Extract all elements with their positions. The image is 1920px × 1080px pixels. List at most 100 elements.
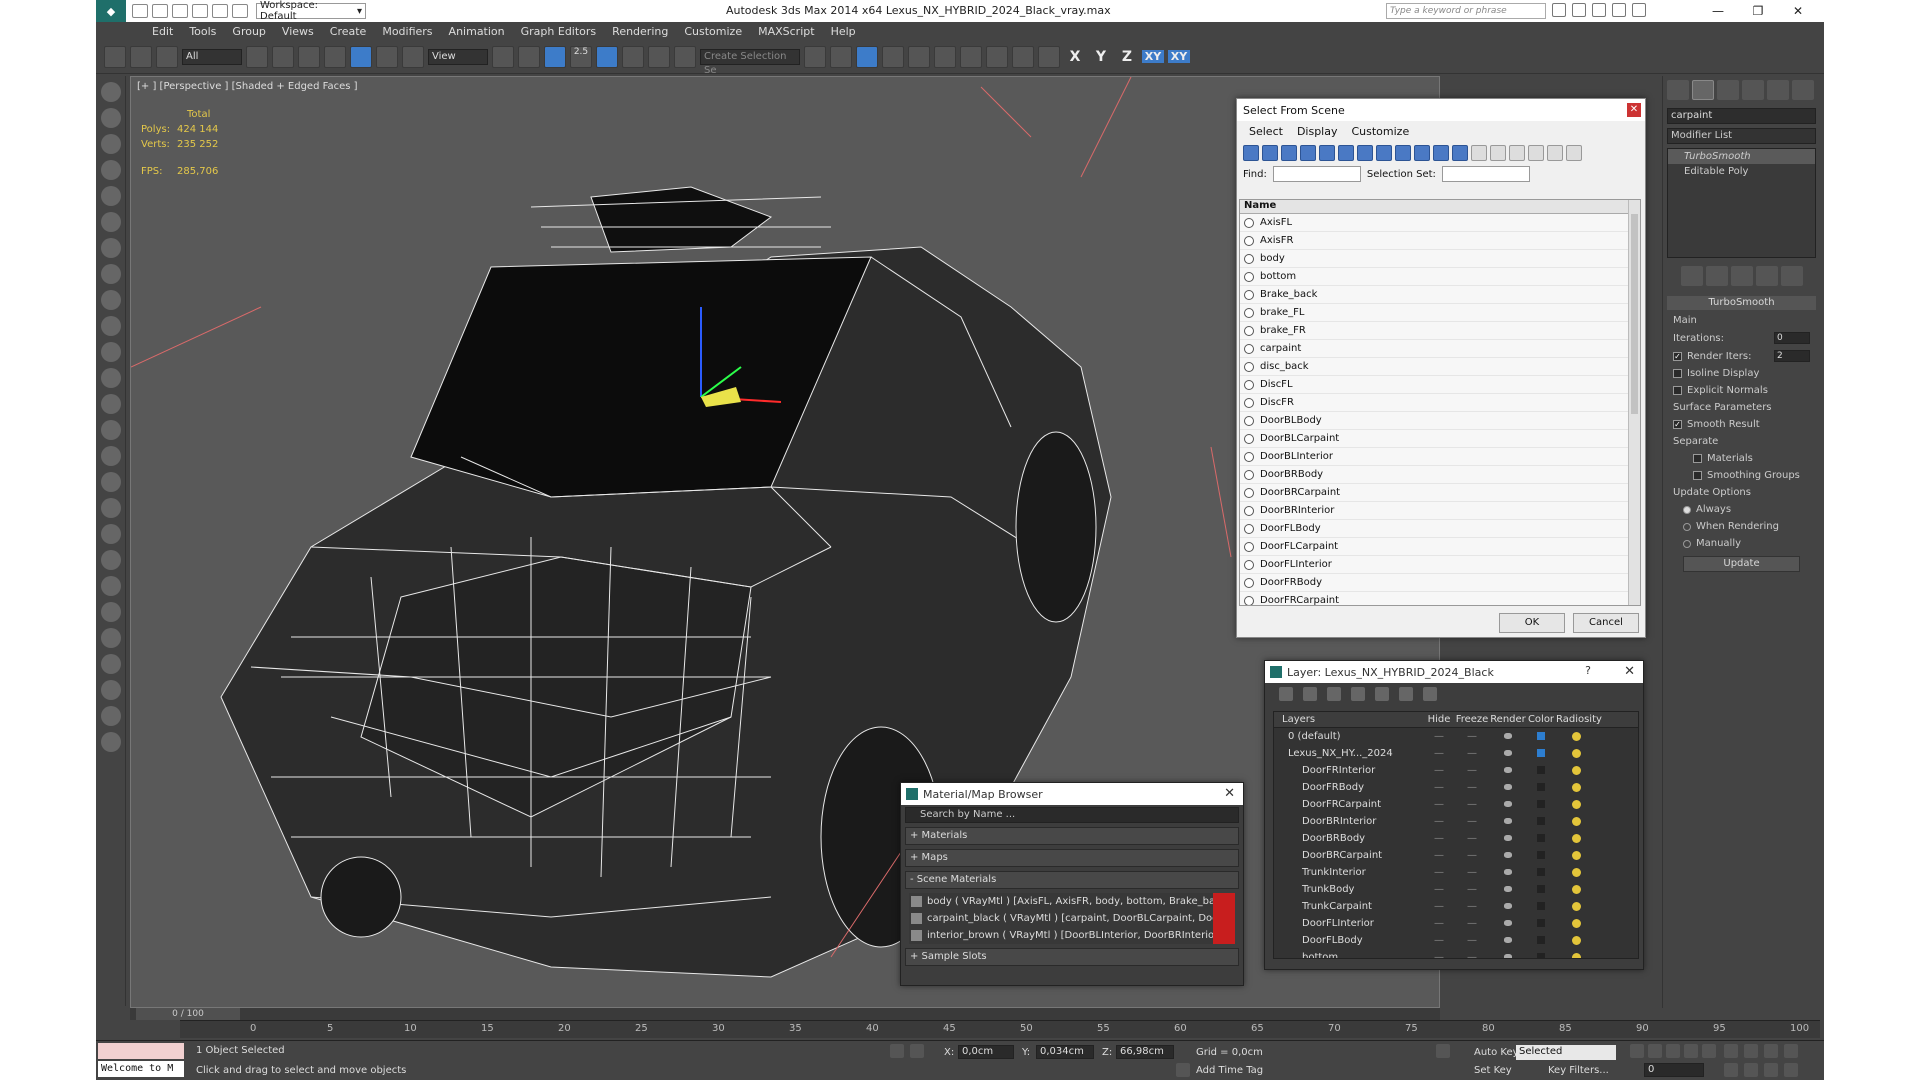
- radiosity-toggle[interactable]: [1556, 864, 1596, 881]
- list-item[interactable]: DoorFRCarpaint: [1240, 592, 1640, 605]
- close-icon[interactable]: ✕: [1224, 786, 1235, 801]
- select-all-icon[interactable]: [1471, 145, 1487, 161]
- render-toggle[interactable]: [1490, 762, 1526, 779]
- hair-icon[interactable]: [100, 550, 121, 570]
- hide-toggle[interactable]: —: [1424, 847, 1454, 864]
- render-toggle[interactable]: [1490, 728, 1526, 745]
- freeze-toggle[interactable]: —: [1454, 932, 1490, 949]
- layers-icon[interactable]: [100, 706, 121, 726]
- zoom-all-icon[interactable]: [1744, 1044, 1758, 1058]
- list-item[interactable]: DiscFR: [1240, 394, 1640, 412]
- menu-display[interactable]: Display: [1297, 125, 1338, 138]
- display-bones-icon[interactable]: [1395, 145, 1411, 161]
- color-swatch-cell[interactable]: [1526, 898, 1556, 915]
- axis-plane-cycle-button[interactable]: XY: [1168, 50, 1190, 63]
- list-item[interactable]: DoorBLInterior: [1240, 448, 1640, 466]
- hide-toggle[interactable]: —: [1424, 745, 1454, 762]
- named-selection-dropdown[interactable]: Create Selection Se: [700, 48, 800, 76]
- absolute-mode-icon[interactable]: [910, 1044, 924, 1058]
- pivot-center-icon[interactable]: [492, 45, 514, 68]
- object-name-field[interactable]: carpaint: [1667, 108, 1816, 124]
- select-invert-icon[interactable]: [1509, 145, 1525, 161]
- redo-icon[interactable]: [212, 4, 228, 18]
- select-by-name-icon[interactable]: [272, 45, 294, 68]
- menu-select[interactable]: Select: [1249, 125, 1283, 138]
- geosphere-icon[interactable]: [100, 446, 121, 466]
- layer-row[interactable]: DoorBRBody — —: [1274, 830, 1638, 847]
- play-icon[interactable]: [1666, 1044, 1680, 1058]
- name-column-header[interactable]: Name: [1240, 200, 1640, 214]
- hide-toggle[interactable]: —: [1424, 949, 1454, 958]
- exchange-icon[interactable]: [1592, 3, 1606, 17]
- schematic-view-icon[interactable]: [934, 45, 956, 68]
- freeze-all-icon[interactable]: [1423, 687, 1437, 701]
- torus-icon[interactable]: [100, 368, 121, 388]
- render-iters-checkbox[interactable]: ✓: [1673, 351, 1682, 361]
- configure-sets-icon[interactable]: [1780, 266, 1803, 286]
- scene-materials-rollout[interactable]: - Scene Materials: [905, 871, 1239, 889]
- search-input[interactable]: Type a keyword or phrase: [1386, 3, 1546, 19]
- rotate-icon[interactable]: [376, 45, 398, 68]
- list-scrollbar[interactable]: [1628, 200, 1640, 605]
- dialog-title-bar[interactable]: Select From Scene ✕: [1237, 99, 1645, 121]
- scrollbar-thumb[interactable]: [1631, 214, 1638, 414]
- render-toggle[interactable]: [1490, 864, 1526, 881]
- graphite-ribbon-icon[interactable]: [882, 45, 904, 68]
- render-iters-spinner[interactable]: 2: [1774, 350, 1810, 362]
- sample-slots-rollout[interactable]: + Sample Slots: [905, 948, 1239, 966]
- mirror-icon[interactable]: [804, 45, 826, 68]
- list-item[interactable]: Brake_back: [1240, 286, 1640, 304]
- layer-row[interactable]: TrunkCarpaint — —: [1274, 898, 1638, 915]
- hide-toggle[interactable]: —: [1424, 813, 1454, 830]
- render-toggle[interactable]: [1490, 881, 1526, 898]
- create-tab-icon[interactable]: [1667, 80, 1689, 100]
- freeze-column[interactable]: Freeze: [1454, 712, 1490, 727]
- maxscript-mini-listener[interactable]: [98, 1043, 184, 1059]
- menu-animation[interactable]: Animation: [441, 25, 513, 38]
- time-tag-icon[interactable]: [1176, 1063, 1190, 1077]
- unlink-icon[interactable]: [130, 45, 152, 68]
- x-coordinate-field[interactable]: 0,0cm: [958, 1045, 1014, 1059]
- radiosity-toggle[interactable]: [1556, 813, 1596, 830]
- edit-named-selection-icon[interactable]: [674, 45, 696, 68]
- menu-rendering[interactable]: Rendering: [604, 25, 676, 38]
- radiosity-toggle[interactable]: [1556, 779, 1596, 796]
- hold-icon[interactable]: [232, 4, 248, 18]
- turbosmooth-rollout[interactable]: TurboSmooth: [1667, 296, 1816, 310]
- utilities-tab-icon[interactable]: [1792, 80, 1814, 100]
- menu-modifiers[interactable]: Modifiers: [374, 25, 440, 38]
- layer-row[interactable]: Lexus_NX_HY..._2024 — —: [1274, 745, 1638, 762]
- display-containers-icon[interactable]: [1414, 145, 1430, 161]
- select-in-layer-icon[interactable]: [1351, 687, 1365, 701]
- hierarchy-tab-icon[interactable]: [1717, 80, 1739, 100]
- list-item[interactable]: body: [1240, 250, 1640, 268]
- binoculars-icon[interactable]: [1552, 3, 1566, 17]
- when-rendering-radio[interactable]: [1683, 522, 1691, 531]
- highlight-layer-icon[interactable]: [1375, 687, 1389, 701]
- layer-row[interactable]: DoorFLInterior — —: [1274, 915, 1638, 932]
- color-swatch-cell[interactable]: [1526, 915, 1556, 932]
- render-icon[interactable]: [100, 108, 121, 128]
- filter-icon[interactable]: [1528, 145, 1544, 161]
- render-toggle[interactable]: [1490, 949, 1526, 958]
- curve-editor-icon[interactable]: [908, 45, 930, 68]
- move-icon[interactable]: [350, 45, 372, 68]
- color-swatch-cell[interactable]: [1526, 745, 1556, 762]
- display-frozen-icon[interactable]: [1433, 145, 1449, 161]
- shape-icon[interactable]: [100, 134, 121, 154]
- list-item[interactable]: DoorBRBody: [1240, 466, 1640, 484]
- bind-space-warp-icon[interactable]: [156, 45, 178, 68]
- add-to-layer-icon[interactable]: [1327, 687, 1341, 701]
- stack-item-editable-poly[interactable]: Editable Poly: [1668, 164, 1815, 179]
- particle-icon[interactable]: [100, 472, 121, 492]
- update-button[interactable]: Update: [1683, 556, 1800, 572]
- menu-tools[interactable]: Tools: [181, 25, 224, 38]
- menu-maxscript[interactable]: MAXScript: [750, 25, 822, 38]
- zoom-icon[interactable]: [1724, 1044, 1738, 1058]
- dynamics-icon[interactable]: [100, 498, 121, 518]
- hide-toggle[interactable]: —: [1424, 762, 1454, 779]
- close-icon[interactable]: ✕: [1624, 664, 1635, 679]
- z-coordinate-field[interactable]: 66,98cm: [1116, 1045, 1174, 1059]
- render-toggle[interactable]: [1490, 745, 1526, 762]
- key-icon[interactable]: [1436, 1044, 1450, 1058]
